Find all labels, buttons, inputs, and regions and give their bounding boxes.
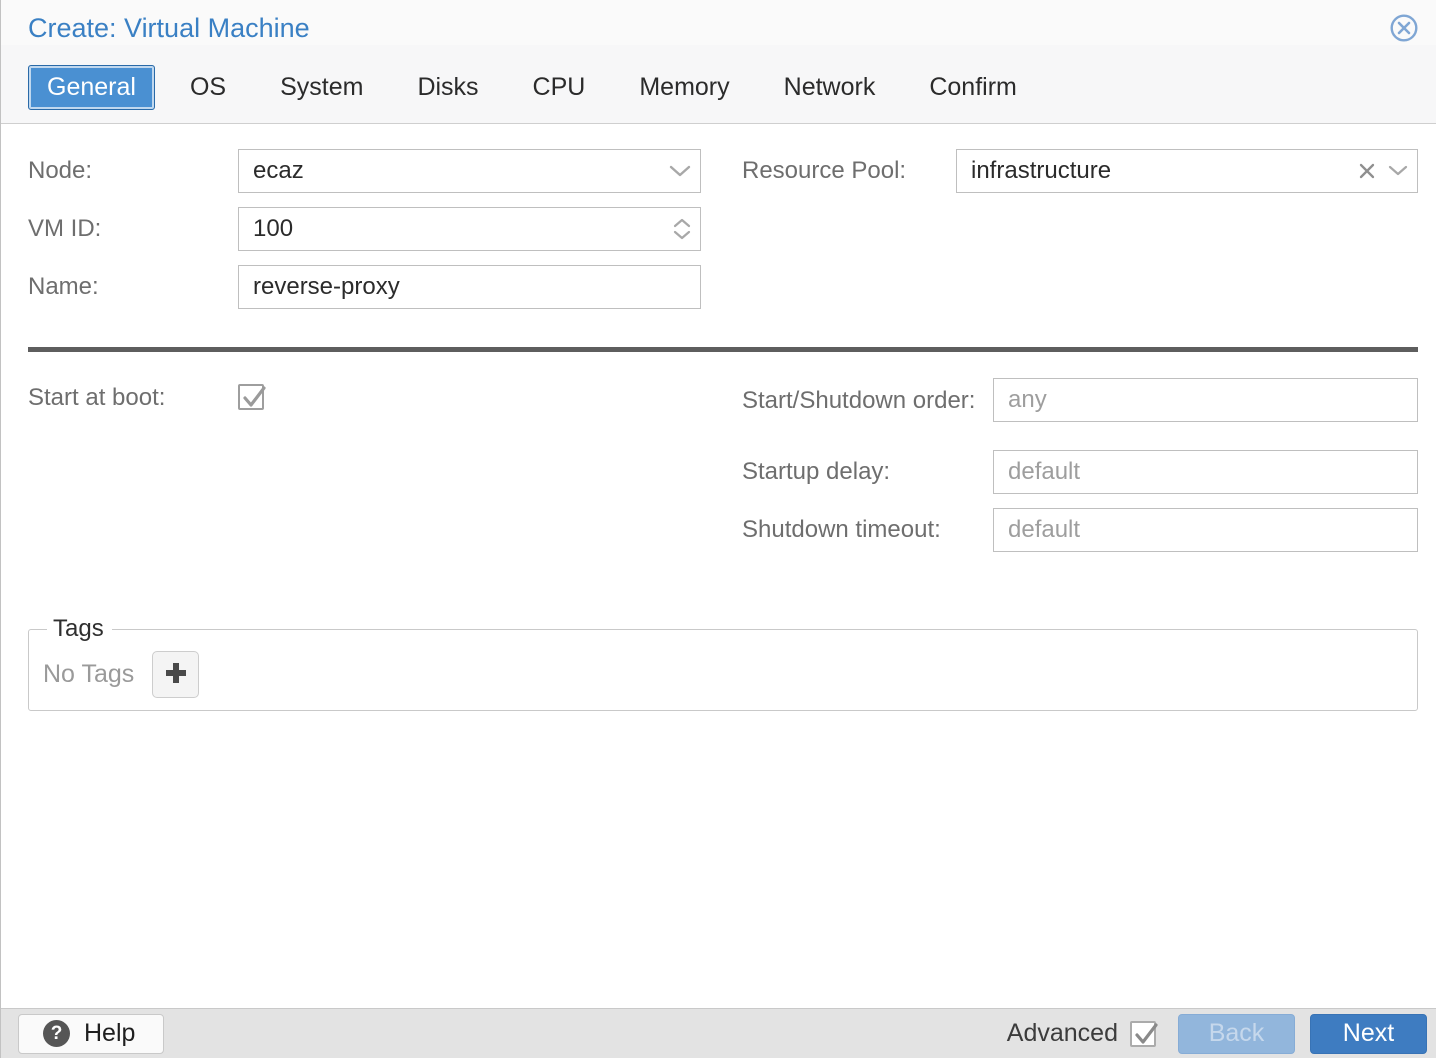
back-button[interactable]: Back [1178, 1014, 1295, 1054]
node-select[interactable] [238, 149, 701, 193]
tab-general[interactable]: General [28, 65, 155, 110]
dialog-footer: ? Help Advanced Back Next [1, 1008, 1436, 1058]
tab-system[interactable]: System [261, 65, 382, 110]
tags-fieldset: Tags No Tags [28, 615, 1418, 711]
spinner-up-icon[interactable] [673, 218, 691, 228]
resource-pool-input[interactable] [956, 149, 1418, 193]
general-tab-panel: Node: VM ID: [1, 123, 1436, 1008]
startup-delay-input[interactable] [993, 450, 1418, 494]
tab-confirm[interactable]: Confirm [910, 65, 1036, 110]
shutdown-timeout-input[interactable] [993, 508, 1418, 552]
node-label: Node: [28, 157, 238, 185]
help-button[interactable]: ? Help [18, 1014, 164, 1054]
startup-order-label: Start/Shutdown order: [742, 378, 993, 418]
wizard-tab-bar: General OS System Disks CPU Memory Netwo… [1, 45, 1436, 123]
tab-network[interactable]: Network [765, 65, 895, 110]
advanced-checkbox[interactable] [1130, 1021, 1156, 1047]
help-button-label: Help [84, 1019, 135, 1048]
name-input[interactable] [238, 265, 701, 309]
startup-delay-field[interactable] [993, 450, 1418, 494]
tags-legend: Tags [47, 615, 112, 643]
startup-order-field[interactable] [993, 378, 1418, 422]
chevron-down-icon[interactable] [1388, 165, 1408, 177]
vm-id-label: VM ID: [28, 215, 238, 243]
create-vm-dialog: Create: Virtual Machine General OS Syste… [0, 0, 1436, 1058]
advanced-label: Advanced [1007, 1019, 1118, 1048]
node-input[interactable] [238, 149, 701, 193]
resource-pool-select[interactable] [956, 149, 1418, 193]
plus-icon [162, 659, 190, 690]
chevron-down-icon[interactable] [669, 165, 691, 178]
help-icon: ? [43, 1020, 70, 1047]
add-tag-button[interactable] [152, 651, 199, 698]
start-at-boot-checkbox[interactable] [238, 384, 264, 410]
startup-delay-label: Startup delay: [742, 455, 993, 489]
tab-os[interactable]: OS [171, 65, 245, 110]
dialog-header: Create: Virtual Machine [1, 0, 1436, 45]
section-divider [28, 347, 1418, 352]
tab-disks[interactable]: Disks [398, 65, 497, 110]
clear-icon[interactable] [1358, 162, 1376, 180]
shutdown-timeout-field[interactable] [993, 508, 1418, 552]
close-icon [1389, 31, 1419, 46]
page-title: Create: Virtual Machine [28, 12, 310, 44]
no-tags-label: No Tags [43, 660, 134, 689]
vm-id-stepper[interactable] [238, 207, 701, 251]
startup-order-input[interactable] [993, 378, 1418, 422]
spinner-down-icon[interactable] [673, 230, 691, 240]
name-field[interactable] [238, 265, 701, 309]
resource-pool-label: Resource Pool: [742, 157, 956, 185]
tab-cpu[interactable]: CPU [514, 65, 605, 110]
vm-id-input[interactable] [238, 207, 701, 251]
tab-memory[interactable]: Memory [620, 65, 748, 110]
name-label: Name: [28, 273, 238, 301]
start-at-boot-label: Start at boot: [28, 384, 238, 412]
close-button[interactable] [1388, 13, 1420, 45]
next-button[interactable]: Next [1310, 1014, 1427, 1054]
shutdown-timeout-label: Shutdown timeout: [742, 513, 993, 547]
